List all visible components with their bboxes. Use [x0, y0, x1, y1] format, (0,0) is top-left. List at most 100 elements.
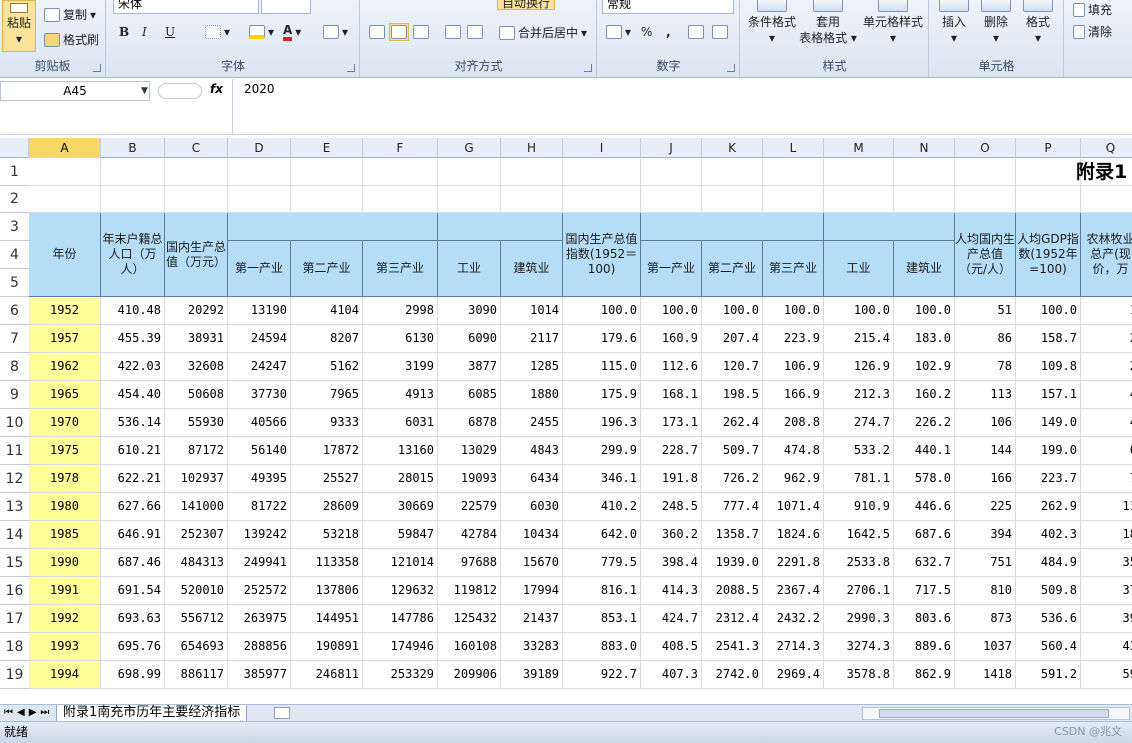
conditional-format-button[interactable]: 条件格式 ▾ — [743, 0, 801, 46]
row-header-11[interactable]: 11 — [0, 437, 29, 465]
data-cell[interactable]: 385977 — [228, 661, 291, 689]
format-painter-button[interactable]: 格式刷 — [44, 31, 99, 48]
data-cell[interactable]: 533.2 — [824, 437, 894, 465]
data-cell[interactable]: 22579 — [438, 493, 501, 521]
fill-color-button[interactable]: ▾ — [249, 25, 274, 39]
data-cell[interactable]: 346.1 — [563, 465, 641, 493]
insert-function-icon[interactable]: fx — [210, 82, 223, 96]
number-format-combo[interactable]: 常规 — [602, 0, 734, 14]
data-cell[interactable]: 113358 — [291, 549, 363, 577]
data-cell[interactable]: 253329 — [363, 661, 438, 689]
column-header-f[interactable]: F — [363, 138, 438, 158]
data-cell[interactable]: 183.0 — [894, 325, 955, 353]
column-header-i[interactable]: I — [563, 138, 641, 158]
data-cell[interactable]: 962.9 — [763, 465, 824, 493]
data-cell[interactable]: 1 — [1081, 297, 1132, 325]
cell[interactable] — [955, 186, 1016, 213]
row-header-8[interactable]: 8 — [0, 353, 29, 381]
data-cell[interactable]: 10434 — [501, 521, 563, 549]
data-cell[interactable]: 3877 — [438, 353, 501, 381]
data-cell[interactable]: 2742.0 — [702, 661, 763, 689]
row-header-18[interactable]: 18 — [0, 633, 29, 661]
data-cell[interactable]: 698.99 — [101, 661, 165, 689]
column-header-l[interactable]: L — [763, 138, 824, 158]
data-cell[interactable]: 262.9 — [1016, 493, 1081, 521]
data-cell[interactable]: 100.0 — [702, 297, 763, 325]
data-cell[interactable]: 18 — [1081, 521, 1132, 549]
header-industry[interactable]: 工业 — [438, 241, 501, 297]
data-cell[interactable]: 35 — [1081, 549, 1132, 577]
font-size-combo[interactable] — [261, 0, 311, 14]
column-header-q[interactable]: Q — [1081, 138, 1132, 158]
data-cell[interactable]: 78 — [955, 353, 1016, 381]
delete-button[interactable]: 删除 ▾ — [978, 0, 1014, 46]
data-cell[interactable]: 28609 — [291, 493, 363, 521]
header-agriculture[interactable]: 农林牧业总产(现价，万 — [1081, 213, 1132, 297]
decrease-indent-button[interactable] — [445, 25, 461, 39]
row-header-3[interactable]: 3 — [0, 213, 29, 241]
cell[interactable] — [363, 186, 438, 213]
data-cell[interactable]: 1014 — [501, 297, 563, 325]
merge-center-button[interactable]: 合并后居中 ▾ — [499, 24, 587, 41]
data-cell[interactable]: 13190 — [228, 297, 291, 325]
data-cell[interactable]: 751 — [955, 549, 1016, 577]
row-header-6[interactable]: 6 — [0, 297, 29, 325]
column-header-a[interactable]: A — [29, 138, 101, 158]
cell[interactable] — [894, 186, 955, 213]
data-cell[interactable]: 455.39 — [101, 325, 165, 353]
cell[interactable] — [563, 158, 641, 186]
year-cell[interactable]: 1990 — [29, 549, 101, 577]
data-cell[interactable]: 115.0 — [563, 353, 641, 381]
year-cell[interactable]: 1957 — [29, 325, 101, 353]
data-cell[interactable]: 889.6 — [894, 633, 955, 661]
data-cell[interactable]: 4913 — [363, 381, 438, 409]
row-header-5[interactable]: 5 — [0, 269, 29, 297]
row-header-13[interactable]: 13 — [0, 493, 29, 521]
data-cell[interactable]: 173.1 — [641, 409, 702, 437]
font-name-combo[interactable]: 宋体 — [113, 0, 259, 14]
row-header-16[interactable]: 16 — [0, 577, 29, 605]
data-cell[interactable]: 642.0 — [563, 521, 641, 549]
data-cell[interactable]: 13029 — [438, 437, 501, 465]
name-box-dropdown-icon[interactable]: ▼ — [141, 86, 148, 96]
data-cell[interactable]: 126.9 — [824, 353, 894, 381]
row-header-2[interactable]: 2 — [0, 186, 29, 213]
data-cell[interactable]: 883.0 — [563, 633, 641, 661]
data-cell[interactable]: 149.0 — [1016, 409, 1081, 437]
cell[interactable] — [894, 158, 955, 186]
data-cell[interactable]: 509.7 — [702, 437, 763, 465]
data-cell[interactable]: 174946 — [363, 633, 438, 661]
data-cell[interactable]: 25527 — [291, 465, 363, 493]
font-color-button[interactable]: A ▾ — [283, 23, 301, 41]
data-cell[interactable]: 208.8 — [763, 409, 824, 437]
data-cell[interactable]: 102937 — [165, 465, 228, 493]
copy-button[interactable]: 复制 ▾ — [44, 6, 96, 23]
data-cell[interactable]: 440.1 — [894, 437, 955, 465]
horizontal-scrollbar[interactable] — [862, 707, 1130, 720]
data-cell[interactable]: 6085 — [438, 381, 501, 409]
comma-button[interactable]: , — [666, 25, 671, 39]
bold-button[interactable]: B — [119, 25, 129, 39]
data-cell[interactable]: 191.8 — [641, 465, 702, 493]
name-box[interactable]: A45 — [0, 81, 150, 101]
cell[interactable] — [165, 158, 228, 186]
data-cell[interactable]: 2533.8 — [824, 549, 894, 577]
row-header-10[interactable]: 10 — [0, 409, 29, 437]
year-cell[interactable]: 1985 — [29, 521, 101, 549]
data-cell[interactable]: 21437 — [501, 605, 563, 633]
year-cell[interactable]: 1952 — [29, 297, 101, 325]
cell[interactable] — [702, 186, 763, 213]
header-per-capita-index[interactable]: 人均GDP指数(1952年=100) — [1016, 213, 1081, 297]
data-cell[interactable]: 147786 — [363, 605, 438, 633]
data-cell[interactable]: 646.91 — [101, 521, 165, 549]
data-cell[interactable]: 779.5 — [563, 549, 641, 577]
data-cell[interactable]: 196.3 — [563, 409, 641, 437]
year-cell[interactable]: 1962 — [29, 353, 101, 381]
cell[interactable] — [1081, 186, 1132, 213]
data-cell[interactable]: 726.2 — [702, 465, 763, 493]
header-gdp[interactable]: 国内生产总值（万元） — [165, 213, 228, 297]
sheet-title-cell[interactable]: 附录1 — [1076, 158, 1127, 186]
data-cell[interactable]: 695.76 — [101, 633, 165, 661]
data-cell[interactable]: 144951 — [291, 605, 363, 633]
data-cell[interactable]: 33283 — [501, 633, 563, 661]
